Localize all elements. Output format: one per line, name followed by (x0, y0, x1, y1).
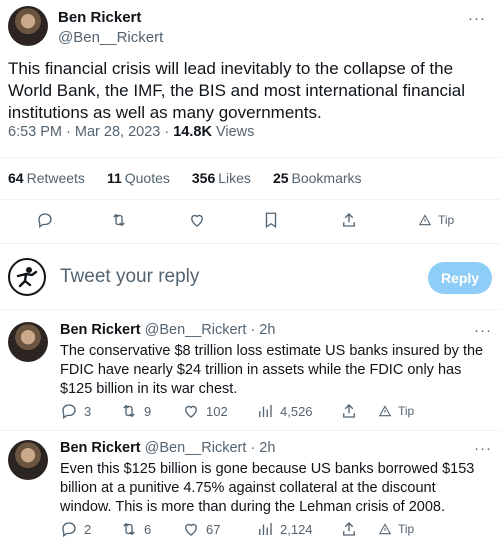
profile-logo-icon (16, 267, 38, 288)
tip-button[interactable]: Tip (418, 213, 454, 227)
bookmarks-stat[interactable]: 25 Bookmarks (273, 170, 362, 186)
tweet-stats: 64 Retweets 11 Quotes 356 Likes 25 Bookmarks (8, 170, 362, 186)
retweet-icon (113, 213, 125, 227)
tip-icon (378, 523, 392, 535)
retweet-count: 9 (144, 403, 152, 419)
reply-text: The conservative $8 trillion loss estima… (60, 343, 484, 397)
more-options-icon[interactable]: ··· (468, 10, 486, 27)
author-handle[interactable]: @Ben__Rickert (145, 440, 247, 456)
divider (0, 309, 500, 310)
like-count: 102 (206, 403, 228, 419)
divider (0, 157, 500, 158)
avatar[interactable] (8, 6, 48, 46)
views-count: 4,526 (280, 403, 313, 419)
avatar[interactable] (8, 440, 48, 480)
reply-icon (62, 522, 76, 538)
tweet-meta: 6:53 PM · Mar 28, 2023 · 14.8K Views (8, 124, 254, 140)
reply-header: Ben Rickert @Ben__Rickert · 2h (60, 322, 275, 338)
reply-icon (62, 404, 76, 420)
profile-avatar[interactable] (8, 258, 46, 296)
main-action-bar: Tip (0, 209, 500, 231)
divider (0, 199, 500, 200)
retweets-stat[interactable]: 64 Retweets (8, 170, 85, 186)
main-tweet-header: Ben Rickert @Ben__Rickert ··· (8, 6, 492, 50)
like-button[interactable] (188, 211, 206, 229)
avatar[interactable] (8, 322, 48, 362)
retweet-button[interactable]: 6 (120, 520, 151, 538)
retweet-count: 6 (144, 521, 152, 537)
tip-label: Tip (398, 404, 415, 418)
reply-header: Ben Rickert @Ben__Rickert · 2h (60, 440, 275, 456)
reply-icon (38, 213, 52, 229)
reply-composer: Tweet your reply Reply (8, 256, 492, 300)
views-icon (259, 523, 272, 535)
more-options-icon[interactable]: ··· (474, 322, 492, 339)
share-button[interactable] (340, 520, 358, 538)
like-icon (185, 405, 197, 418)
views-count: 2,124 (280, 521, 313, 537)
author-name[interactable]: Ben Rickert (58, 9, 141, 26)
meta-separator: · (66, 124, 75, 140)
reply-text: Even this $125 billion is gone because U… (60, 461, 475, 515)
author-name[interactable]: Ben Rickert (60, 440, 141, 456)
quotes-stat[interactable]: 11 Quotes (107, 170, 170, 186)
bookmark-button[interactable] (262, 211, 280, 229)
reply-button[interactable]: 2 (60, 520, 91, 538)
reply-submit-button[interactable]: Reply (428, 262, 492, 294)
divider (0, 430, 500, 431)
tweet-time[interactable]: 6:53 PM (8, 124, 62, 140)
views-count: 14.8K (173, 124, 212, 140)
author-handle[interactable]: @Ben__Rickert (58, 29, 163, 46)
tweet-age[interactable]: · 2h (250, 322, 275, 338)
reply-count: 3 (84, 403, 92, 419)
like-button[interactable]: 67 (182, 520, 220, 538)
reply-count: 2 (84, 521, 92, 537)
reply-action-bar: 3 9 102 4,526 Tip (0, 400, 500, 422)
views-icon (259, 405, 272, 417)
author-handle[interactable]: @Ben__Rickert (145, 322, 247, 338)
views-label: Views (215, 124, 255, 140)
tip-label: Tip (438, 213, 455, 227)
like-button[interactable]: 102 (182, 402, 228, 420)
share-button[interactable] (340, 402, 358, 420)
likes-stat[interactable]: 356 Likes (192, 170, 251, 186)
tip-icon (418, 214, 432, 226)
retweet-icon (123, 404, 135, 418)
reply-action-bar: 2 6 67 2,124 Tip (0, 518, 500, 540)
reply-tweet[interactable]: Ben Rickert @Ben__Rickert · 2h ··· Even … (8, 440, 492, 520)
tweet-age[interactable]: · 2h (250, 440, 275, 456)
share-icon (343, 522, 355, 536)
like-icon (185, 523, 197, 536)
share-icon (343, 404, 355, 418)
views-button[interactable]: 4,526 (256, 402, 313, 420)
like-icon (191, 214, 203, 227)
retweet-button[interactable] (110, 211, 128, 229)
retweet-icon (123, 522, 135, 536)
like-count: 67 (206, 521, 221, 537)
tip-label: Tip (398, 522, 415, 536)
divider (0, 243, 500, 244)
retweet-button[interactable]: 9 (120, 402, 151, 420)
tip-button[interactable]: Tip (378, 404, 414, 418)
bookmark-icon (265, 212, 277, 229)
share-button[interactable] (340, 211, 358, 229)
tip-button[interactable]: Tip (378, 522, 414, 536)
meta-separator: · (164, 124, 174, 140)
more-options-icon[interactable]: ··· (474, 440, 492, 457)
tip-icon (378, 405, 392, 417)
reply-input[interactable]: Tweet your reply (60, 266, 199, 288)
share-icon (343, 213, 355, 227)
tweet-text: This financial crisis will lead inevitab… (8, 59, 466, 122)
author-name[interactable]: Ben Rickert (60, 322, 141, 338)
reply-button[interactable]: 3 (60, 402, 91, 420)
reply-button[interactable] (36, 211, 54, 229)
tweet-date[interactable]: Mar 28, 2023 (75, 124, 160, 140)
views-button[interactable]: 2,124 (256, 520, 313, 538)
